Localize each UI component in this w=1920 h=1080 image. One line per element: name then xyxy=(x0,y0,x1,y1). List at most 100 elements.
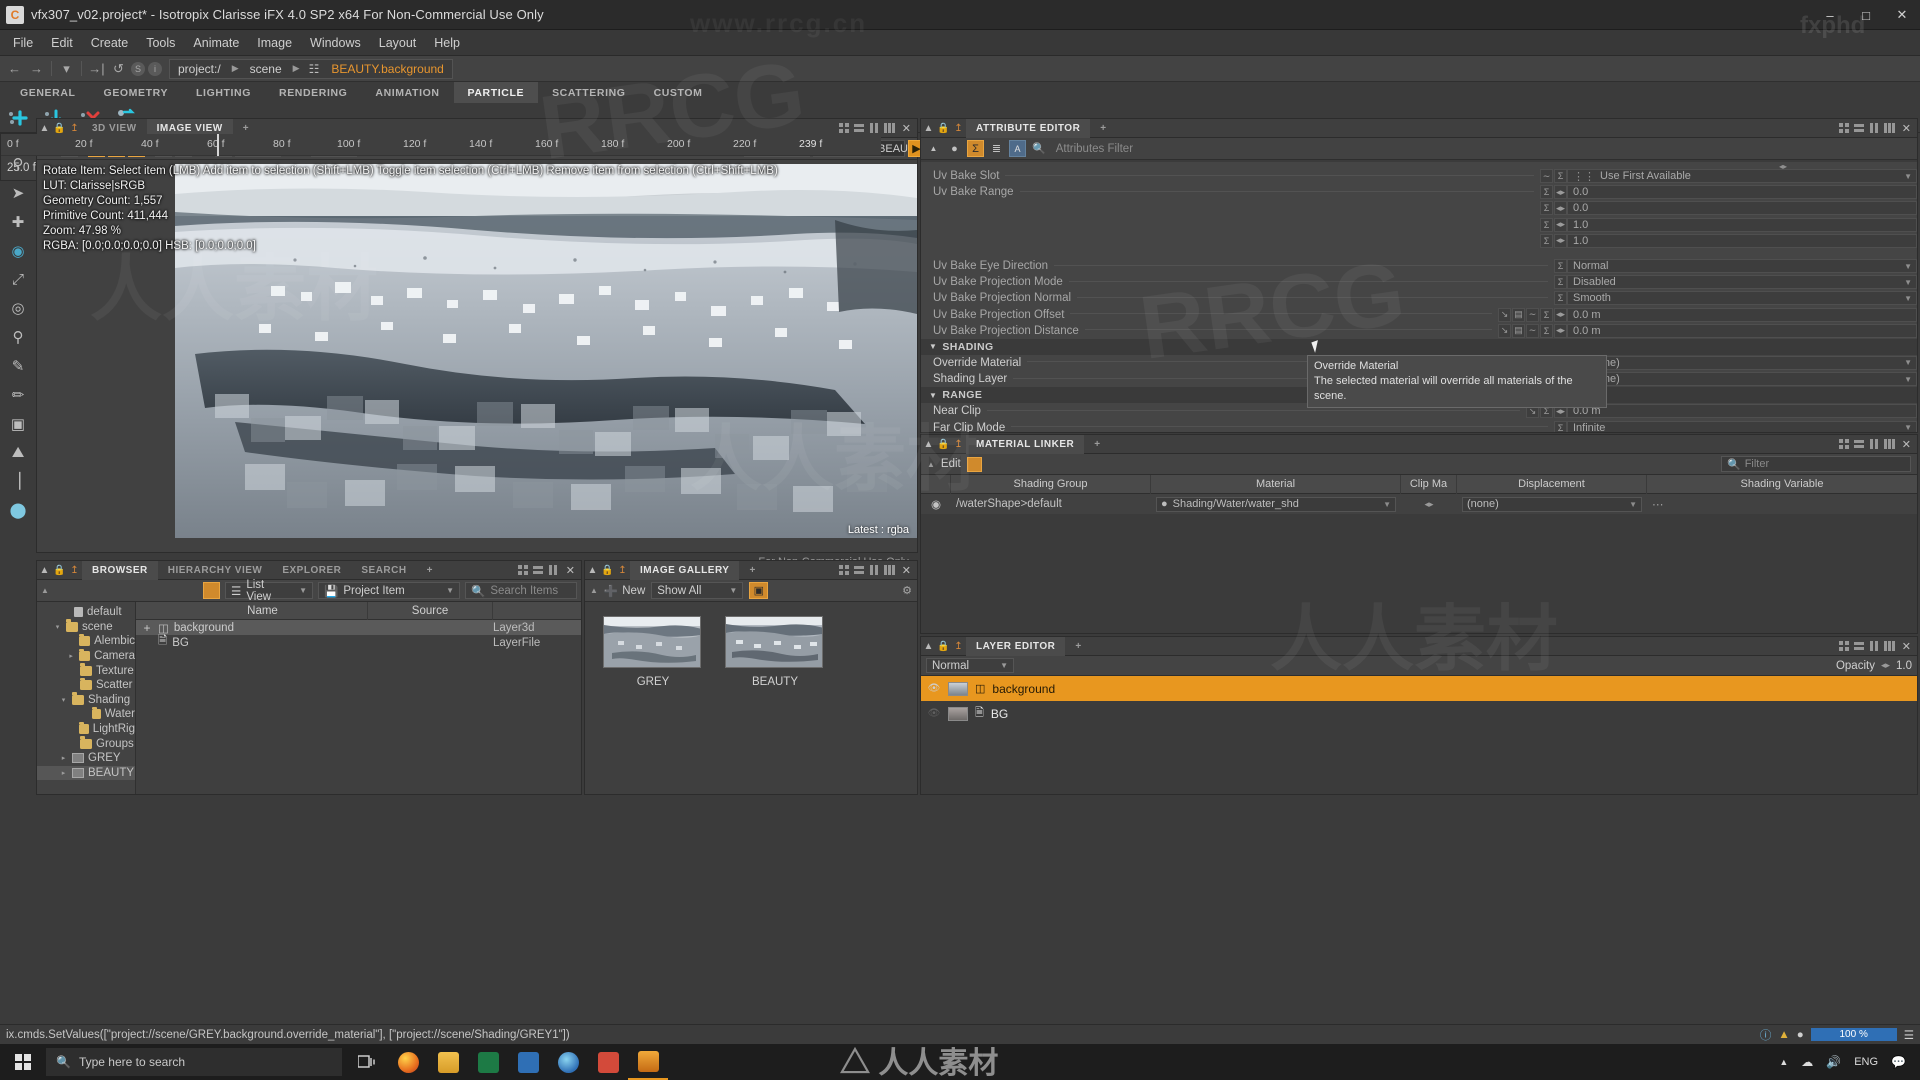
layer-row-bg[interactable]: 👁 🗎 BG xyxy=(921,701,1917,726)
spinner-icon[interactable]: ◂▸ xyxy=(1554,307,1567,322)
lock-icon[interactable]: 🔒 xyxy=(52,563,67,578)
gallery-settings-icon[interactable]: ⚙ xyxy=(902,584,912,597)
tree-node-camera[interactable]: ▸ Camera xyxy=(37,648,135,664)
tree-node-scene[interactable]: ▾ scene xyxy=(37,619,135,635)
spinner-icon[interactable]: ◂▸ xyxy=(1554,233,1567,248)
visibility-icon[interactable]: 👁 xyxy=(927,683,941,694)
attr-row-uv-bake-projection-mode[interactable]: Uv Bake Projection Mode Σ Disabled ▼ xyxy=(921,274,1917,290)
layer-row-background[interactable]: 👁 ◫ background xyxy=(921,676,1917,701)
attr-value-combo[interactable]: Infinite ▼ xyxy=(1567,420,1917,432)
material-linker-filter[interactable]: 🔍 Filter xyxy=(1721,456,1911,472)
grid-layout-icon[interactable] xyxy=(838,564,850,576)
tab-search[interactable]: SEARCH xyxy=(351,561,416,580)
keyframe-icon[interactable]: ▤ xyxy=(1512,323,1525,338)
split-layout-icon[interactable] xyxy=(1883,122,1895,134)
paint-tool-icon[interactable]: ✎ xyxy=(12,357,25,375)
tree-node-groups[interactable]: Groups xyxy=(37,736,135,751)
attr-value-number[interactable]: 0.0 xyxy=(1567,185,1917,200)
new-image-button[interactable]: ➕ New xyxy=(604,584,645,598)
rows-layout-icon[interactable] xyxy=(1853,123,1865,134)
columns-layout-icon[interactable] xyxy=(869,564,880,576)
browser-list[interactable]: Name Source + ◫ background Layer3d 🗎 BG … xyxy=(136,602,581,794)
collapse-icon[interactable]: ▲ xyxy=(921,121,936,136)
tab-browser[interactable]: BROWSER xyxy=(82,560,158,580)
menu-windows[interactable]: Windows xyxy=(301,33,370,53)
collapse-icon[interactable]: ▲ xyxy=(921,437,936,452)
chevron-down-icon[interactable]: ▼ xyxy=(1629,500,1637,509)
attribute-filter-input[interactable]: Attributes Filter xyxy=(1052,140,1913,157)
rows-layout-icon[interactable] xyxy=(1853,641,1865,652)
twisty-icon[interactable]: ▸ xyxy=(67,652,75,660)
rows-layout-icon[interactable] xyxy=(853,565,865,576)
twisty-icon[interactable]: ▾ xyxy=(59,696,68,704)
add-tab-button[interactable]: + xyxy=(1065,637,1091,656)
tree-node-beauty[interactable]: ▸ BEAUTY xyxy=(37,765,135,781)
status-warning-icon[interactable]: ▲ xyxy=(1778,1029,1789,1041)
chevron-down-icon[interactable]: ▼ xyxy=(1904,294,1912,303)
attr-row-uv-bake-range-2[interactable]: Σ ◂▸ 0.0 xyxy=(921,200,1917,216)
pivot-tool-icon[interactable]: ◎ xyxy=(11,299,24,317)
chevron-down-icon[interactable]: ▼ xyxy=(438,586,454,595)
enter-context-icon[interactable]: →| xyxy=(87,59,106,78)
attr-value-number[interactable]: 0.0 m xyxy=(1567,404,1917,419)
timeline-playhead[interactable] xyxy=(217,134,219,156)
gallery-thumbnail-toggle[interactable]: ▣ xyxy=(749,582,769,599)
thumbnail[interactable] xyxy=(725,616,823,668)
browser-tree[interactable]: default ▾ scene Alembic ▸ Camera Texture… xyxy=(37,602,136,794)
lock-icon[interactable]: 🔒 xyxy=(600,563,615,578)
menu-animate[interactable]: Animate xyxy=(184,33,248,53)
attr-value-combo[interactable]: Smooth ▼ xyxy=(1567,291,1917,306)
expression-icon[interactable]: Σ xyxy=(1540,323,1553,338)
export-icon[interactable]: ↥ xyxy=(951,437,966,452)
add-particle-icon[interactable] xyxy=(8,108,30,128)
twisty-icon[interactable]: ▸ xyxy=(59,769,68,777)
material-linker-row[interactable]: ◉ /waterShape>default ● Shading/Water/wa… xyxy=(921,494,1917,514)
chevron-down-icon[interactable]: ▼ xyxy=(1904,375,1912,384)
spinner-icon[interactable]: ◂▸ xyxy=(1554,185,1567,200)
column-clip-map[interactable]: Clip Ma xyxy=(1401,474,1457,494)
shelf-tab-geometry[interactable]: GEOMETRY xyxy=(90,82,183,103)
animate-icon[interactable]: ∼ xyxy=(1540,169,1553,184)
rotate-tool-icon[interactable]: ◉ xyxy=(11,242,24,260)
menu-edit[interactable]: Edit xyxy=(42,33,82,53)
excel-icon[interactable] xyxy=(468,1044,508,1080)
rows-layout-icon[interactable] xyxy=(1853,439,1865,450)
tab-explorer[interactable]: EXPLORER xyxy=(272,561,351,580)
row-shading-variable[interactable]: ⋯ xyxy=(1647,494,1917,514)
collapse-icon[interactable]: ▲ xyxy=(37,563,52,578)
attr-value-number[interactable]: 1.0 xyxy=(1567,217,1917,232)
sphere-tool-icon[interactable]: ⬤ xyxy=(10,501,27,519)
collapse-icon[interactable]: ▲ xyxy=(41,586,49,595)
spinner-icon[interactable]: ◂▸ xyxy=(1554,201,1567,216)
chevron-down-icon[interactable]: ▼ xyxy=(1904,358,1912,367)
tree-node-default[interactable]: default xyxy=(37,605,135,620)
chevron-down-icon[interactable]: ▾ xyxy=(57,59,76,78)
breadcrumb-scene[interactable]: scene xyxy=(242,60,290,78)
filter-mode-combo[interactable]: 💾 Project Item ▼ xyxy=(318,582,460,599)
expand-toggle[interactable]: + xyxy=(136,621,158,635)
attr-row-uv-bake-projection-distance[interactable]: Uv Bake Projection Distance ↘ ▤ ∼ Σ ◂▸ 0… xyxy=(921,323,1917,339)
menu-layout[interactable]: Layout xyxy=(370,33,426,53)
file-explorer-icon[interactable] xyxy=(428,1044,468,1080)
chevron-down-icon[interactable]: ▼ xyxy=(1904,278,1912,287)
shelf-tab-animation[interactable]: ANIMATION xyxy=(361,82,453,103)
breadcrumb-project[interactable]: project:/ xyxy=(170,60,229,78)
browser-icon[interactable] xyxy=(548,1044,588,1080)
add-tab-button[interactable]: + xyxy=(1084,435,1110,454)
timeline-ruler[interactable]: 0 f 20 f 40 f 60 f 80 f 100 f 120 f 140 … xyxy=(1,134,881,156)
reload-icon[interactable]: ↺ xyxy=(109,59,128,78)
column-displacement[interactable]: Displacement xyxy=(1457,474,1647,494)
rows-layout-icon[interactable] xyxy=(853,123,865,134)
attr-row-uv-bake-range-3[interactable]: Σ ◂▸ 1.0 xyxy=(921,217,1917,233)
add-tab-button[interactable]: + xyxy=(739,561,765,580)
forward-icon[interactable]: → xyxy=(27,59,46,78)
curve-icon[interactable]: ↘ xyxy=(1498,307,1511,322)
breadcrumb-current[interactable]: BEAUTY.background xyxy=(323,60,452,78)
browser-list-row[interactable]: 🗎 BG LayerFile xyxy=(136,635,581,650)
keyframe-icon[interactable]: ▤ xyxy=(1512,307,1525,322)
lock-icon[interactable]: 🔒 xyxy=(936,121,951,136)
curve-icon[interactable]: ↘ xyxy=(1498,323,1511,338)
collapse-icon[interactable]: ▲ xyxy=(925,140,942,157)
attr-row-uv-bake-projection-offset[interactable]: Uv Bake Projection Offset ↘ ▤ ∼ Σ ◂▸ 0.0… xyxy=(921,307,1917,323)
attr-row-uv-bake-eye-direction[interactable]: Uv Bake Eye Direction Σ Normal ▼ xyxy=(921,258,1917,274)
